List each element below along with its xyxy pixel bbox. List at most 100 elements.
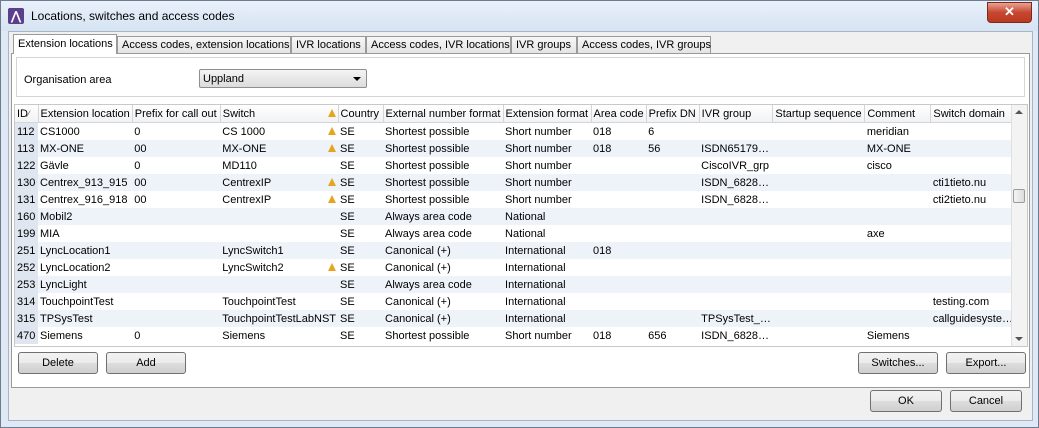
cell-prefix-dn[interactable]: 656 (646, 327, 699, 344)
cell-country[interactable]: SE (338, 242, 384, 259)
cell-area-code[interactable]: 018 (591, 140, 647, 157)
cell-startup-sequence[interactable] (772, 140, 865, 157)
cancel-button[interactable]: Cancel (950, 390, 1022, 412)
cell-startup-sequence[interactable] (772, 310, 865, 327)
tab-access-codes-extension-locations[interactable]: Access codes, extension locations (117, 36, 291, 53)
cell-prefix[interactable] (132, 208, 221, 225)
cell-comment[interactable]: MX-ONE (864, 140, 931, 157)
table-row[interactable]: 470 Siemens 0 Siemens SE Shortest possible Sho… (15, 327, 1023, 344)
table-row[interactable]: 113 MX-ONE 00 MX-ONE SE Shortest possible Shor… (15, 140, 1023, 157)
cell-prefix[interactable] (132, 310, 221, 327)
tab-access-codes-ivr-groups[interactable]: Access codes, IVR groups (577, 36, 711, 53)
cell-extension-format[interactable]: International (503, 259, 591, 276)
cell-id[interactable]: 113 (15, 140, 38, 157)
cell-area-code[interactable]: 018 (591, 242, 647, 259)
cell-area-code[interactable] (591, 310, 647, 327)
cell-external-number-format[interactable]: Shortest possible (383, 123, 503, 141)
cell-prefix-dn[interactable] (646, 242, 700, 259)
table-row[interactable]: 130 Centrex_913_915 00 CentrexIP SE Shortest … (15, 174, 1023, 191)
cell-extension-location[interactable]: MIA (38, 225, 132, 242)
cell-comment[interactable] (864, 276, 931, 293)
cell-switch[interactable]: TouchpointTest (220, 293, 338, 310)
column-header-area-code[interactable]: Area code (591, 105, 647, 123)
cell-country[interactable]: SE (338, 310, 384, 327)
cell-id[interactable]: 251 (15, 242, 38, 259)
cell-id[interactable]: 470 (15, 327, 38, 344)
cell-switch[interactable]: Siemens (220, 327, 338, 344)
cell-country[interactable]: SE (338, 225, 383, 242)
column-header-extension-format[interactable]: Extension format (503, 105, 592, 123)
cell-prefix-dn[interactable] (646, 174, 700, 191)
cell-country[interactable]: SE (338, 276, 384, 293)
cell-switch-domain[interactable]: testing.com (931, 293, 1023, 310)
cell-comment[interactable]: cisco (865, 157, 931, 174)
cell-area-code[interactable] (591, 157, 646, 174)
cell-prefix[interactable]: 00 (132, 174, 221, 191)
cell-startup-sequence[interactable] (773, 327, 865, 344)
cell-area-code[interactable]: 018 (591, 327, 646, 344)
cell-switch[interactable]: CentrexIP (220, 174, 339, 191)
cell-switch-domain[interactable] (931, 225, 1023, 242)
cell-country[interactable]: SE (338, 123, 383, 141)
cell-switch[interactable]: LyncSwitch2 (220, 259, 338, 276)
cell-external-number-format[interactable]: Always area code (383, 208, 504, 225)
column-header-comment[interactable]: Comment (864, 105, 932, 123)
cell-country[interactable]: SE (338, 208, 384, 225)
cell-comment[interactable]: meridian (865, 123, 931, 141)
cell-comment[interactable] (864, 310, 931, 327)
cell-area-code[interactable] (591, 276, 647, 293)
cell-startup-sequence[interactable] (772, 276, 865, 293)
table-row[interactable]: 199 MIA SE Always area code National axe (15, 225, 1023, 242)
scroll-down-icon[interactable] (1015, 337, 1023, 341)
cell-area-code[interactable] (591, 191, 646, 208)
cell-switch[interactable]: LyncSwitch1 (220, 242, 339, 259)
cell-id[interactable]: 314 (15, 293, 38, 310)
cell-extension-location[interactable]: Mobil2 (38, 208, 133, 225)
cell-extension-format[interactable]: International (503, 276, 592, 293)
cell-external-number-format[interactable]: Always area code (383, 276, 504, 293)
cell-comment[interactable]: Siemens (865, 327, 931, 344)
cell-id[interactable]: 160 (15, 208, 38, 225)
cell-prefix-dn[interactable] (646, 310, 700, 327)
cell-country[interactable]: SE (338, 191, 383, 208)
column-header-extension-location[interactable]: Extension location (38, 105, 133, 123)
cell-switch-domain[interactable] (930, 140, 1023, 157)
scroll-thumb[interactable] (1013, 189, 1025, 203)
cell-extension-location[interactable]: TouchpointTest (38, 293, 132, 310)
cell-switch[interactable] (220, 225, 338, 242)
cell-prefix[interactable] (132, 276, 221, 293)
cell-startup-sequence[interactable] (772, 174, 865, 191)
ok-button[interactable]: OK (870, 390, 942, 412)
cell-id[interactable]: 315 (15, 310, 38, 327)
cell-id[interactable]: 131 (15, 191, 38, 208)
cell-comment[interactable] (865, 293, 931, 310)
cell-prefix[interactable]: 00 (132, 140, 221, 157)
cell-area-code[interactable] (591, 225, 646, 242)
cell-ivr-group[interactable] (699, 123, 773, 141)
cell-country[interactable]: SE (338, 259, 383, 276)
column-header-prefix-dn[interactable]: Prefix DN (646, 105, 700, 123)
cell-id[interactable]: 253 (15, 276, 38, 293)
switches-button[interactable]: Switches... (858, 352, 938, 374)
cell-external-number-format[interactable]: Canonical (+) (383, 259, 503, 276)
cell-area-code[interactable] (591, 208, 647, 225)
table-row[interactable]: 131 Centrex_916_918 00 CentrexIP SE Shortest … (15, 191, 1023, 208)
cell-extension-format[interactable]: National (503, 208, 592, 225)
add-button[interactable]: Add (106, 352, 186, 374)
cell-area-code[interactable] (591, 259, 646, 276)
tab-ivr-groups[interactable]: IVR groups (511, 36, 577, 53)
cell-id[interactable]: 199 (15, 225, 38, 242)
cell-ivr-group[interactable] (699, 276, 773, 293)
cell-startup-sequence[interactable] (773, 157, 865, 174)
organisation-area-select[interactable]: Uppland (199, 69, 367, 88)
cell-extension-location[interactable]: LyncLight (38, 276, 133, 293)
cell-ivr-group[interactable]: CiscoIVR_grp (699, 157, 773, 174)
cell-id[interactable]: 122 (15, 157, 38, 174)
table-row[interactable]: 252 LyncLocation2 LyncSwitch2 SE Canonical (… (15, 259, 1023, 276)
cell-prefix[interactable]: 0 (132, 157, 220, 174)
column-header-switch[interactable]: Switch (220, 105, 339, 123)
cell-ivr-group[interactable]: TPSysTest_… (699, 310, 773, 327)
tab-access-codes-ivr-locations[interactable]: Access codes, IVR locations (366, 36, 511, 53)
cell-comment[interactable] (864, 208, 931, 225)
cell-prefix[interactable] (132, 259, 220, 276)
